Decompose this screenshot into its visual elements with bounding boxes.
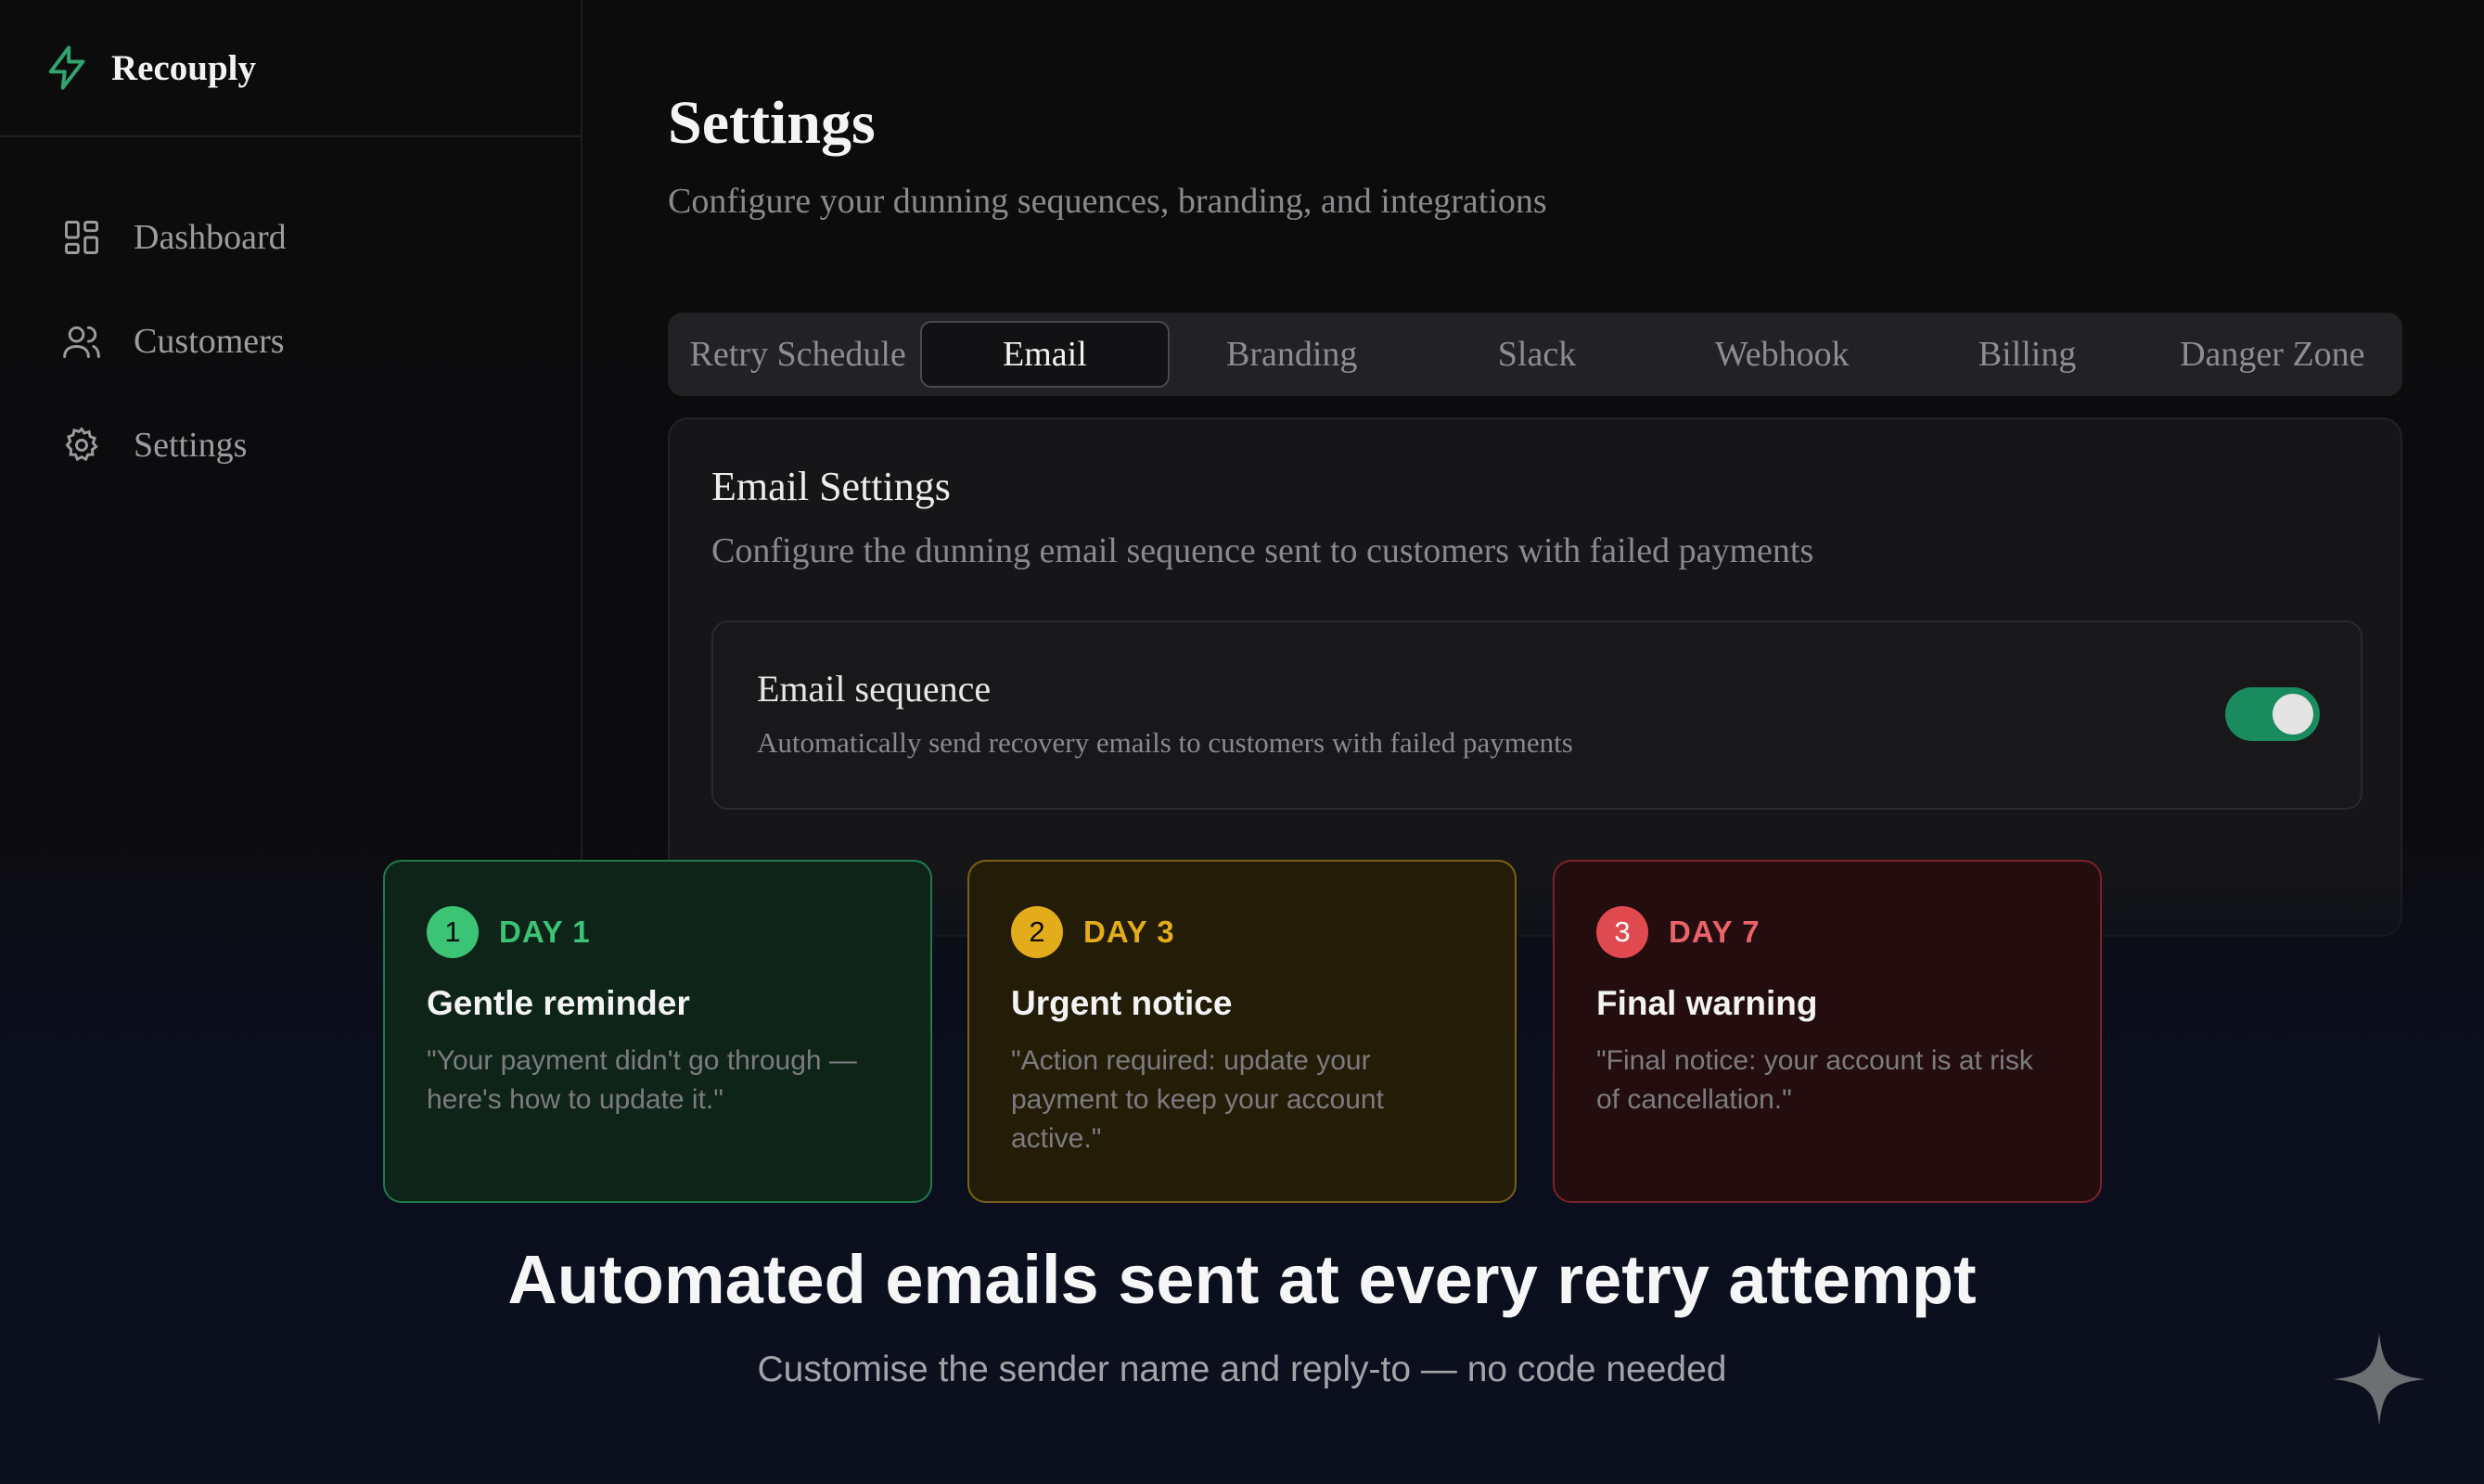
step-number-badge: 1	[427, 906, 479, 958]
tab-email[interactable]: Email	[920, 321, 1170, 388]
tab-billing[interactable]: Billing	[1904, 321, 2149, 388]
step-number-badge: 3	[1596, 906, 1648, 958]
email-settings-card: Email Settings Configure the dunning ema…	[668, 417, 2402, 937]
tab-webhook[interactable]: Webhook	[1659, 321, 1904, 388]
sparkle-icon	[2333, 1333, 2426, 1426]
page-title: Settings	[668, 89, 876, 157]
card-title: Email Settings	[711, 464, 951, 509]
step-title: Final warning	[1596, 984, 1818, 1022]
step-title: Gentle reminder	[427, 984, 690, 1022]
step-number-badge: 2	[1011, 906, 1063, 958]
sidebar-item-dashboard[interactable]: Dashboard	[0, 186, 581, 289]
tab-branding[interactable]: Branding	[1170, 321, 1415, 388]
step-card-day-1: 1 DAY 1 Gentle reminder "Your payment di…	[383, 860, 932, 1203]
sidebar-item-customers[interactable]: Customers	[0, 289, 581, 393]
step-quote: "Your payment didn't go through — here's…	[427, 1045, 857, 1115]
step-quote: "Final notice: your account is at risk o…	[1596, 1045, 2033, 1115]
step-header: 2 DAY 3	[1011, 904, 1473, 960]
email-sequence-row: Email sequence Automatically send recove…	[711, 620, 2362, 810]
step-card-day-7: 3 DAY 7 Final warning "Final notice: you…	[1553, 860, 2102, 1203]
lightning-bolt-icon	[48, 45, 85, 90]
promo-headline: Automated emails sent at every retry att…	[507, 1241, 1977, 1318]
step-title: Urgent notice	[1011, 984, 1233, 1022]
step-day-label: DAY 1	[499, 915, 591, 949]
step-day-label: DAY 3	[1083, 915, 1175, 949]
settings-tabs: Retry Schedule Email Branding Slack Webh…	[668, 313, 2402, 396]
tab-slack[interactable]: Slack	[1415, 321, 1659, 388]
sidebar-item-label: Dashboard	[134, 218, 287, 257]
email-sequence-title: Email sequence	[757, 668, 992, 710]
card-subtitle: Configure the dunning email sequence sen…	[711, 531, 1814, 570]
sidebar-item-settings[interactable]: Settings	[0, 393, 581, 497]
step-header: 3 DAY 7	[1596, 904, 2058, 960]
tab-retry-schedule[interactable]: Retry Schedule	[675, 321, 920, 388]
brand-name: Recouply	[111, 47, 256, 88]
toggle-knob	[2273, 694, 2313, 735]
promo-subline: Customise the sender name and reply-to —…	[757, 1350, 1727, 1389]
gear-icon	[65, 427, 98, 462]
dashboard-grid-icon	[65, 221, 98, 254]
sidebar-item-label: Settings	[134, 426, 248, 465]
page-subtitle: Configure your dunning sequences, brandi…	[668, 182, 1547, 221]
step-quote: "Action required: update your payment to…	[1011, 1045, 1384, 1154]
step-card-day-3: 2 DAY 3 Urgent notice "Action required: …	[967, 860, 1517, 1203]
users-icon	[63, 326, 100, 358]
tab-danger-zone[interactable]: Danger Zone	[2150, 321, 2395, 388]
step-day-label: DAY 7	[1669, 915, 1761, 949]
brand[interactable]: Recouply	[0, 0, 581, 137]
email-sequence-toggle[interactable]	[2225, 687, 2320, 741]
sidebar-item-label: Customers	[134, 322, 285, 361]
email-sequence-description: Automatically send recovery emails to cu…	[757, 726, 1573, 759]
sidebar-nav: Dashboard Customers Settings	[0, 137, 581, 497]
step-header: 1 DAY 1	[427, 904, 889, 960]
